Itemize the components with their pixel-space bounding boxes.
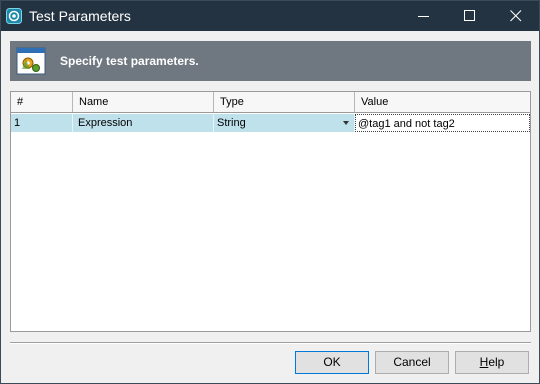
- app-icon: [6, 8, 22, 24]
- parameters-icon: [16, 47, 46, 75]
- row-value-cell[interactable]: @tag1 and not tag2: [355, 114, 530, 132]
- header-banner: Specify test parameters.: [10, 41, 531, 81]
- title-bar[interactable]: Test Parameters: [1, 1, 539, 31]
- help-button[interactable]: Help: [455, 351, 529, 374]
- close-icon: [510, 10, 522, 22]
- column-header-name[interactable]: Name: [73, 92, 214, 112]
- column-header-type[interactable]: Type: [214, 92, 355, 112]
- row-type-cell[interactable]: String: [214, 114, 355, 132]
- divider: [10, 342, 531, 344]
- column-header-value[interactable]: Value: [355, 92, 530, 112]
- maximize-button[interactable]: [447, 1, 493, 31]
- table-row[interactable]: 1 Expression String @tag1 and not tag2: [11, 114, 530, 132]
- help-label-rest: elp: [488, 355, 505, 369]
- type-value: String: [217, 117, 246, 129]
- row-number-cell[interactable]: 1: [11, 114, 73, 132]
- cancel-button[interactable]: Cancel: [375, 351, 449, 374]
- dialog-window: Test Parameters Specify test parameters.…: [0, 0, 540, 384]
- row-name-cell[interactable]: Expression: [73, 114, 214, 132]
- minimize-button[interactable]: [401, 1, 447, 31]
- minimize-icon: [418, 16, 429, 17]
- close-button[interactable]: [493, 1, 539, 31]
- dropdown-arrow-icon[interactable]: [343, 121, 349, 125]
- ok-button[interactable]: OK: [295, 351, 369, 374]
- column-header-number[interactable]: #: [11, 92, 73, 112]
- banner-text: Specify test parameters.: [60, 54, 199, 68]
- grid-header: # Name Type Value: [11, 92, 530, 113]
- window-title: Test Parameters: [29, 8, 131, 24]
- maximize-icon: [464, 10, 475, 21]
- parameters-grid[interactable]: # Name Type Value 1 Expression String @t…: [10, 91, 531, 332]
